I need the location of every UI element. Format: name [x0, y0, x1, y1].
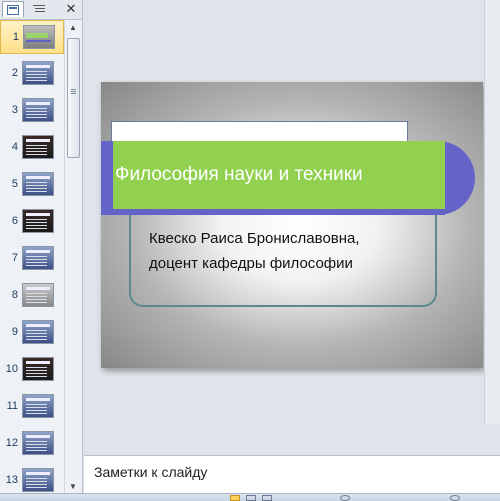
scrollbar-thumb[interactable]	[67, 38, 80, 158]
slide-thumbnail[interactable]	[22, 209, 54, 233]
slide-number: 7	[11, 252, 18, 264]
thumbnail-row-4[interactable]: 4	[0, 131, 64, 165]
slide-thumbnail[interactable]	[22, 320, 54, 344]
subtitle-line-author: Квеско Раиса Брониславовна,	[149, 230, 360, 247]
slide-title: Философия науки и техники	[115, 164, 363, 185]
zoom-out-icon[interactable]	[340, 495, 350, 501]
slide-number: 6	[11, 215, 18, 227]
scroll-down-icon[interactable]: ▼	[65, 479, 81, 493]
editor-scrollbar[interactable]	[484, 0, 500, 424]
slide-number: 12	[5, 437, 18, 449]
slide-thumbnail[interactable]	[22, 98, 54, 122]
notes-placeholder: Заметки к слайду	[94, 464, 208, 480]
slide-thumbnail[interactable]	[23, 25, 55, 49]
thumbnail-row-11[interactable]: 11	[0, 390, 64, 424]
slide-number: 4	[11, 141, 18, 153]
thumbnail-scrollbar[interactable]: ▲ ▼	[64, 20, 81, 493]
slides-tab[interactable]	[2, 1, 24, 17]
outline-tab[interactable]	[28, 1, 50, 17]
slide-sorter-icon[interactable]	[246, 495, 256, 501]
subtitle-placeholder[interactable]: Квеско Раиса Брониславовна, доцент кафед…	[149, 226, 360, 276]
slide-number: 1	[12, 31, 19, 43]
title-top-frame	[111, 121, 408, 143]
thumbnail-row-2[interactable]: 2	[0, 57, 64, 91]
slides-tab-icon	[7, 4, 19, 15]
notes-pane[interactable]: Заметки к слайду	[84, 455, 500, 494]
outline-tab-icon	[33, 5, 45, 12]
pane-tabs: ✕	[0, 0, 82, 20]
reading-view-icon[interactable]	[262, 495, 272, 501]
thumbnail-row-5[interactable]: 5	[0, 168, 64, 202]
slide-thumbnail[interactable]	[22, 172, 54, 196]
slide-number: 8	[11, 289, 18, 301]
slide-number: 3	[11, 104, 18, 116]
title-accent-left	[101, 141, 113, 215]
slide-thumbnail[interactable]	[22, 246, 54, 270]
thumbnail-row-12[interactable]: 12	[0, 427, 64, 461]
slide-thumbnail[interactable]	[22, 61, 54, 85]
thumbnail-row-13[interactable]: 13	[0, 464, 64, 493]
thumbnail-row-3[interactable]: 3	[0, 94, 64, 128]
slide-number: 11	[6, 400, 18, 412]
thumbnail-list: 1 2 3 4 5 6 7 8 9 10 11 12 13	[0, 20, 64, 493]
thumbnail-row-10[interactable]: 10	[0, 353, 64, 387]
slide-thumbnail[interactable]	[22, 283, 54, 307]
slide-thumbnail[interactable]	[22, 394, 54, 418]
thumbnail-row-6[interactable]: 6	[0, 205, 64, 239]
slide-number: 5	[11, 178, 18, 190]
slide-number: 9	[11, 326, 18, 338]
slide-number: 13	[5, 474, 18, 486]
scroll-up-icon[interactable]: ▲	[65, 20, 81, 34]
thumbnail-pane: ✕ 1 2 3 4 5 6 7 8 9 10 11 12 13 ▲ ▼	[0, 0, 83, 493]
title-placeholder[interactable]: Философия науки и техники	[113, 141, 445, 209]
zoom-in-icon[interactable]	[450, 495, 460, 501]
slide-editor: Философия науки и техники Квеско Раиса Б…	[84, 0, 500, 424]
splitter[interactable]	[84, 424, 500, 455]
thumbnail-row-9[interactable]: 9	[0, 316, 64, 350]
slide-thumbnail[interactable]	[22, 135, 54, 159]
grip-icon	[71, 89, 76, 95]
thumbnail-row-8[interactable]: 8	[0, 279, 64, 313]
normal-view-icon[interactable]	[230, 495, 240, 501]
slide-thumbnail[interactable]	[22, 431, 54, 455]
subtitle-line-position: доцент кафедры философии	[149, 255, 353, 272]
thumbnail-row-1[interactable]: 1	[0, 20, 64, 54]
slide-number: 10	[5, 363, 18, 375]
slide-canvas[interactable]: Философия науки и техники Квеско Раиса Б…	[101, 82, 483, 368]
thumbnail-row-7[interactable]: 7	[0, 242, 64, 276]
slide-number: 2	[11, 67, 18, 79]
close-icon[interactable]: ✕	[62, 1, 80, 17]
slide-thumbnail[interactable]	[22, 468, 54, 492]
slide-thumbnail[interactable]	[22, 357, 54, 381]
